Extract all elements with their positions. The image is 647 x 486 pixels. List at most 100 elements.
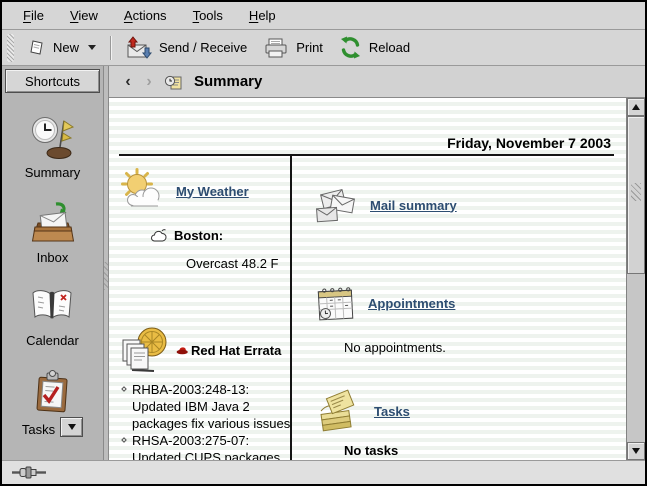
sun-behind-cloud-icon: [118, 168, 166, 214]
main-pane: ‹ › Summary Friday, November 7 2003: [109, 66, 645, 460]
appointments-link[interactable]: Appointments: [368, 296, 455, 311]
my-weather-link[interactable]: My Weather: [176, 184, 249, 199]
papers-gold-seal-icon: [118, 325, 170, 375]
send-receive-button[interactable]: Send / Receive: [117, 32, 255, 63]
summary-clock-flag-icon: [30, 114, 76, 160]
reload-label: Reload: [369, 40, 410, 55]
weather-report: Overcast 48.2 F: [186, 256, 290, 271]
toolbar-grip[interactable]: [7, 34, 14, 62]
send-receive-icon: [125, 36, 152, 59]
scrollbar-thumb-grip: [631, 183, 641, 201]
shortcuts-button[interactable]: Shortcuts: [5, 69, 100, 93]
online-status-icon[interactable]: [11, 466, 47, 479]
shortcut-scroll-down-button[interactable]: [60, 417, 83, 437]
scrollbar-thumb[interactable]: [627, 116, 645, 274]
date-heading: Friday, November 7 2003: [109, 98, 626, 154]
envelopes-icon: [314, 184, 360, 226]
shortcut-bar: Shortcuts Summary: [2, 66, 103, 460]
errata-item: RHSA-2003:275-07: Updated CUPS packages …: [122, 432, 294, 460]
menu-tools[interactable]: Tools: [180, 2, 236, 29]
summary-content: Friday, November 7 2003: [109, 98, 626, 460]
sidebar-item-calendar[interactable]: Calendar: [26, 286, 79, 348]
sticky-notes-icon: [314, 389, 364, 433]
toolbar-separator: [110, 36, 111, 60]
mail-section-header: Mail summary: [314, 184, 626, 226]
tasks-link[interactable]: Tasks: [374, 404, 410, 419]
menu-actions[interactable]: Actions: [111, 2, 180, 29]
errata-item-text: RHSA-2003:275-07: Updated CUPS packages …: [132, 432, 294, 460]
errata-title: Red Hat Errata: [191, 343, 281, 358]
errata-item: RHBA-2003:248-13: Updated IBM Java 2 pac…: [122, 381, 294, 432]
errata-section-header: Red Hat Errata: [118, 325, 290, 375]
new-note-icon: [28, 39, 46, 57]
printer-icon: [263, 37, 289, 59]
chevron-down-icon: [88, 45, 96, 50]
content-row: Friday, November 7 2003: [109, 98, 645, 460]
left-column: My Weather Boston:: [109, 156, 290, 460]
scroll-down-button[interactable]: [627, 442, 645, 460]
sidebar-item-inbox[interactable]: Inbox: [30, 201, 76, 265]
menu-file[interactable]: File: [10, 2, 57, 29]
tasks-section-header: Tasks: [314, 389, 626, 433]
menu-help[interactable]: Help: [236, 2, 289, 29]
menu-view-label: View: [70, 8, 98, 23]
right-column: Mail summary: [292, 156, 626, 460]
reload-button[interactable]: Reload: [331, 32, 418, 63]
sidebar-item-summary[interactable]: Summary: [25, 114, 81, 180]
vertical-scrollbar[interactable]: [626, 98, 645, 460]
bullet-icon: [121, 437, 127, 443]
summary-columns: My Weather Boston:: [109, 156, 626, 460]
weather-section-header: My Weather: [118, 168, 290, 214]
body-row: Shortcuts Summary: [2, 66, 645, 460]
red-hat-icon: [176, 345, 189, 356]
scroll-up-button[interactable]: [627, 98, 645, 116]
shortcuts-button-label: Shortcuts: [25, 74, 80, 89]
evolution-window: File View Actions Tools Help New: [0, 0, 647, 486]
pane-splitter[interactable]: [103, 66, 109, 460]
sidebar-item-tasks-label: Tasks: [22, 422, 55, 437]
weather-location-row: Boston:: [150, 228, 290, 243]
sidebar-item-inbox-label: Inbox: [37, 250, 69, 265]
print-label: Print: [296, 40, 323, 55]
inbox-box-envelope-icon: [30, 201, 76, 245]
back-button[interactable]: ‹: [122, 74, 134, 90]
menu-help-label: Help: [249, 8, 276, 23]
errata-title-row: Red Hat Errata: [176, 343, 281, 358]
sidebar-item-calendar-label: Calendar: [26, 333, 79, 348]
scrollbar-trough[interactable]: [627, 116, 645, 442]
status-bar: [2, 460, 645, 484]
forward-button[interactable]: ›: [143, 74, 155, 90]
appointments-section-header: Appointments: [314, 282, 626, 324]
sidebar-item-tasks[interactable]: Tasks: [22, 369, 83, 437]
weather-location-label: Boston:: [174, 228, 223, 243]
arrow-up-icon: [632, 104, 640, 110]
desk-calendar-icon: [314, 282, 358, 324]
errata-list: RHBA-2003:248-13: Updated IBM Java 2 pac…: [122, 381, 294, 460]
toolbar: New Send / Receive: [2, 30, 645, 66]
sidebar-item-summary-label: Summary: [25, 165, 81, 180]
menu-tools-label: Tools: [193, 8, 223, 23]
bullet-icon: [121, 386, 127, 392]
new-button-label: New: [53, 40, 79, 55]
summary-folder-icon: [164, 73, 182, 91]
menu-actions-label: Actions: [124, 8, 167, 23]
folder-header: ‹ › Summary: [109, 66, 645, 98]
small-cloud-icon: [150, 229, 167, 243]
splitter-grip: [104, 262, 108, 290]
tasks-clipboard-icon: [30, 369, 74, 415]
no-tasks-text: No tasks: [344, 443, 626, 458]
reload-icon: [339, 36, 362, 59]
send-receive-label: Send / Receive: [159, 40, 247, 55]
errata-item-text: RHBA-2003:248-13: Updated IBM Java 2 pac…: [132, 381, 294, 432]
mail-summary-link[interactable]: Mail summary: [370, 198, 457, 213]
new-button[interactable]: New: [20, 35, 104, 61]
sidebar-tasks-row: Tasks: [22, 417, 83, 437]
arrow-down-icon: [632, 448, 640, 454]
menu-file-label: File: [23, 8, 44, 23]
chevron-down-icon: [68, 424, 76, 430]
menu-bar: File View Actions Tools Help: [2, 2, 645, 30]
page-title: Summary: [194, 73, 262, 90]
menu-view[interactable]: View: [57, 2, 111, 29]
print-button[interactable]: Print: [255, 33, 331, 63]
calendar-open-book-icon: [29, 286, 75, 328]
